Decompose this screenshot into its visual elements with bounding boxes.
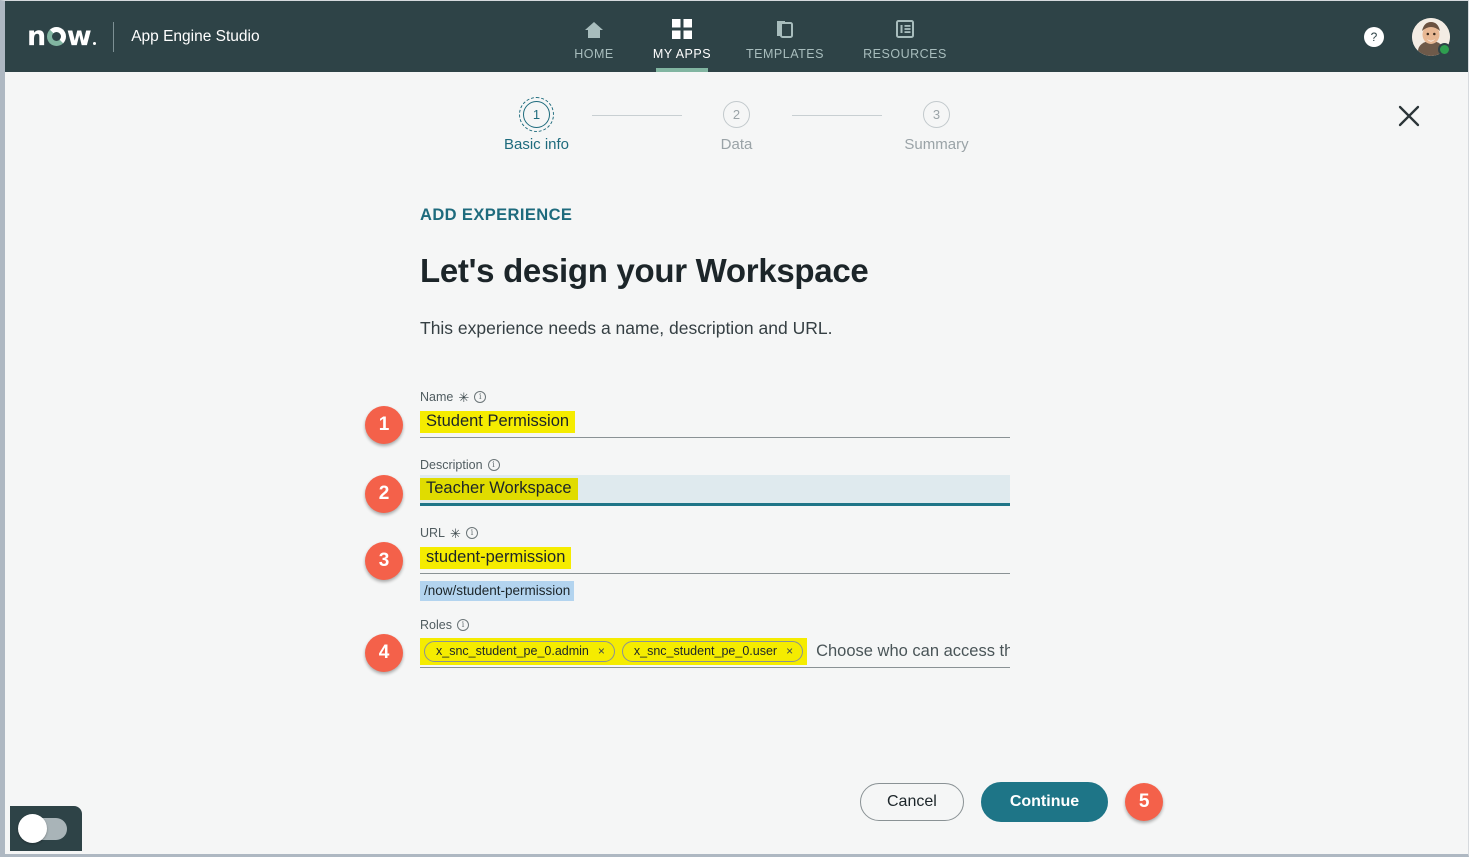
toggle-knob[interactable] xyxy=(18,813,47,843)
nav-tab-my-apps-label: MY APPS xyxy=(652,47,712,61)
url-input[interactable]: student-permission xyxy=(420,543,1010,574)
logo-text-left: n xyxy=(27,21,46,52)
role-chip[interactable]: x_snc_student_pe_0.admin × xyxy=(424,640,615,662)
url-label-text: URL xyxy=(420,526,446,540)
remove-chip-icon[interactable]: × xyxy=(598,644,605,658)
role-chip[interactable]: x_snc_student_pe_0.user × xyxy=(621,640,804,662)
role-chip-label: x_snc_student_pe_0.user xyxy=(633,643,778,658)
toggle-track[interactable] xyxy=(18,813,67,843)
roles-field-label: Roles i xyxy=(420,618,1010,632)
name-input[interactable]: Student Permission xyxy=(420,407,1010,438)
info-icon: i xyxy=(474,391,487,403)
step-basic-info-label: Basic info xyxy=(503,136,570,153)
step-badge-3: 3 xyxy=(365,542,403,580)
description-field-label: Description i xyxy=(420,458,1010,472)
wizard-stepper: 1 Basic info 2 Data 3 Summary xyxy=(5,97,1468,153)
nav-tabs: HOME MY APPS TEMPLATES RESOURCES xyxy=(550,1,966,72)
role-chip-label: x_snc_student_pe_0.admin xyxy=(436,643,589,658)
description-field-group: Description i Teacher Workspace xyxy=(420,458,1010,506)
nav-tab-resources[interactable]: RESOURCES xyxy=(844,1,966,72)
servicenow-logo[interactable]: n w xyxy=(27,21,97,52)
nav-tab-my-apps[interactable]: MY APPS xyxy=(638,1,726,72)
nav-tab-templates-label: TEMPLATES xyxy=(746,47,824,61)
step-badge-1: 1 xyxy=(365,406,403,444)
required-asterisk-icon: ✳ xyxy=(458,389,470,405)
url-field-group: URL ✳ i student-permission /now/student-… xyxy=(420,526,1010,601)
description-input[interactable]: Teacher Workspace xyxy=(420,475,1010,506)
roles-label-text: Roles xyxy=(420,618,452,632)
step-summary-number: 3 xyxy=(923,101,950,128)
page-title: Let's design your Workspace xyxy=(420,252,869,289)
info-icon: i xyxy=(456,619,469,631)
top-navigation-bar: n w App Engine Studio HOME MY APPS TEMPL… xyxy=(5,1,1468,72)
step-basic-info-number: 1 xyxy=(519,97,554,132)
logo-o-icon xyxy=(46,27,66,46)
form-eyebrow: ADD EXPERIENCE xyxy=(420,206,573,224)
bottom-toggle-widget[interactable] xyxy=(10,806,82,851)
templates-copy-icon xyxy=(774,18,796,40)
step-summary[interactable]: 3 Summary xyxy=(882,101,992,153)
description-label-text: Description xyxy=(420,458,483,472)
required-asterisk-icon: ✳ xyxy=(450,525,461,541)
url-preview-text: /now/student-permission xyxy=(420,581,575,601)
roles-placeholder: Choose who can access this experience xyxy=(816,641,1010,660)
resources-list-icon xyxy=(894,18,916,40)
info-icon: i xyxy=(487,459,500,471)
name-input-value: Student Permission xyxy=(420,411,576,433)
step-data-number: 2 xyxy=(723,101,750,128)
home-icon xyxy=(583,18,605,40)
close-icon[interactable] xyxy=(1394,101,1424,131)
step-summary-label: Summary xyxy=(904,136,969,153)
info-icon: i xyxy=(465,527,478,539)
roles-field-group: Roles i x_snc_student_pe_0.admin × x_snc… xyxy=(420,618,1010,668)
roles-input[interactable]: x_snc_student_pe_0.admin × x_snc_student… xyxy=(420,635,1010,668)
url-preview: /now/student-permission xyxy=(420,581,1010,601)
name-field-label: Name ✳ i xyxy=(420,390,1010,404)
logo-dot-icon xyxy=(93,42,97,45)
step-connector-2 xyxy=(791,114,882,116)
step-data[interactable]: 2 Data xyxy=(682,101,792,153)
nav-right-actions: ? xyxy=(1364,1,1451,72)
description-input-value: Teacher Workspace xyxy=(420,478,578,500)
brand-divider xyxy=(113,21,115,52)
remove-chip-icon[interactable]: × xyxy=(786,644,793,658)
brand-title: App Engine Studio xyxy=(131,27,260,45)
step-connector-1 xyxy=(591,114,682,116)
step-badge-5: 5 xyxy=(1125,782,1164,821)
name-label-text: Name xyxy=(420,390,454,404)
step-data-label: Data xyxy=(720,136,753,153)
page-subtitle: This experience needs a name, descriptio… xyxy=(420,318,833,338)
step-basic-info[interactable]: 1 Basic info xyxy=(482,97,592,153)
url-field-label: URL ✳ i xyxy=(420,526,1010,540)
nav-tab-templates[interactable]: TEMPLATES xyxy=(726,1,844,72)
name-field-group: Name ✳ i Student Permission xyxy=(420,390,1010,438)
stepper-steps: 1 Basic info 2 Data 3 Summary xyxy=(482,97,992,153)
url-input-value: student-permission xyxy=(420,547,572,569)
avatar[interactable] xyxy=(1412,17,1451,56)
app-window: n w App Engine Studio HOME MY APPS TEMPL… xyxy=(0,0,1469,857)
nav-tab-home[interactable]: HOME xyxy=(550,1,638,72)
status-dot-online xyxy=(1438,42,1451,56)
grid-apps-icon xyxy=(671,18,693,40)
step-badge-2: 2 xyxy=(365,475,403,513)
nav-tab-resources-label: RESOURCES xyxy=(863,47,947,61)
step-badge-4: 4 xyxy=(365,634,403,672)
help-icon[interactable]: ? xyxy=(1364,26,1384,47)
roles-chips: x_snc_student_pe_0.admin × x_snc_student… xyxy=(420,637,808,665)
nav-tab-home-label: HOME xyxy=(574,47,614,61)
cancel-button[interactable]: Cancel xyxy=(860,783,964,821)
continue-button[interactable]: Continue xyxy=(980,782,1109,822)
form-actions: Cancel Continue 5 xyxy=(860,782,1164,822)
brand: n w App Engine Studio xyxy=(5,21,260,52)
logo-text-right: w xyxy=(66,21,92,52)
